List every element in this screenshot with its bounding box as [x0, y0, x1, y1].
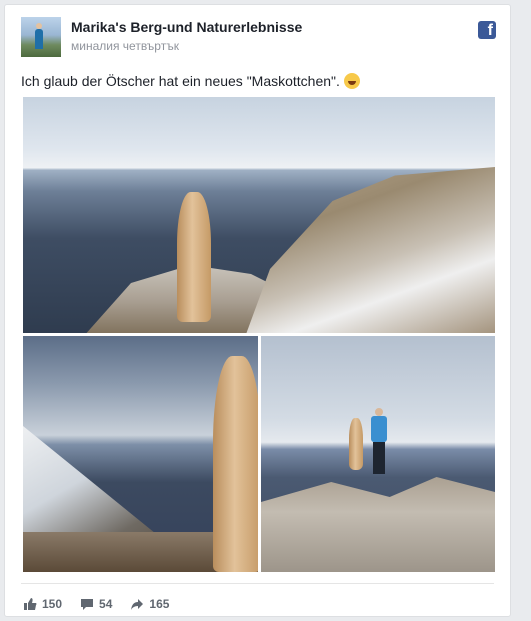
share-button[interactable]: 165 [130, 595, 169, 613]
hiker-figure [369, 408, 389, 474]
post-card: Marika's Berg-und Naturerlebnisse минали… [4, 4, 511, 617]
share-count: 165 [149, 597, 170, 611]
post-text-row: Ich glaub der Ötscher hat ein neues "Mas… [21, 73, 360, 89]
avatar-figure [35, 29, 43, 49]
post-header: Marika's Berg-und Naturerlebnisse минали… [21, 17, 498, 57]
photo-left[interactable] [23, 336, 258, 572]
photo-main[interactable] [23, 97, 495, 333]
comment-icon [81, 599, 94, 610]
wooden-statue [213, 356, 258, 572]
thumbs-up-icon [24, 598, 37, 610]
comment-count: 54 [99, 597, 113, 611]
author-name[interactable]: Marika's Berg-und Naturerlebnisse [71, 19, 302, 35]
wooden-statue [349, 418, 363, 470]
avatar[interactable] [21, 17, 61, 57]
wooden-statue [177, 192, 211, 322]
post-actions: 150 54 165 [23, 595, 169, 613]
post-time[interactable]: миналия четвъртък [71, 39, 179, 53]
share-icon [131, 599, 144, 610]
like-button[interactable]: 150 [23, 595, 62, 613]
comment-button[interactable]: 54 [80, 595, 112, 613]
facebook-icon: f [478, 21, 496, 39]
laughing-emoji-icon [343, 73, 360, 89]
photo-right[interactable] [261, 336, 495, 572]
divider [21, 583, 494, 584]
like-count: 150 [42, 597, 63, 611]
post-text: Ich glaub der Ötscher hat ein neues "Mas… [21, 73, 340, 89]
